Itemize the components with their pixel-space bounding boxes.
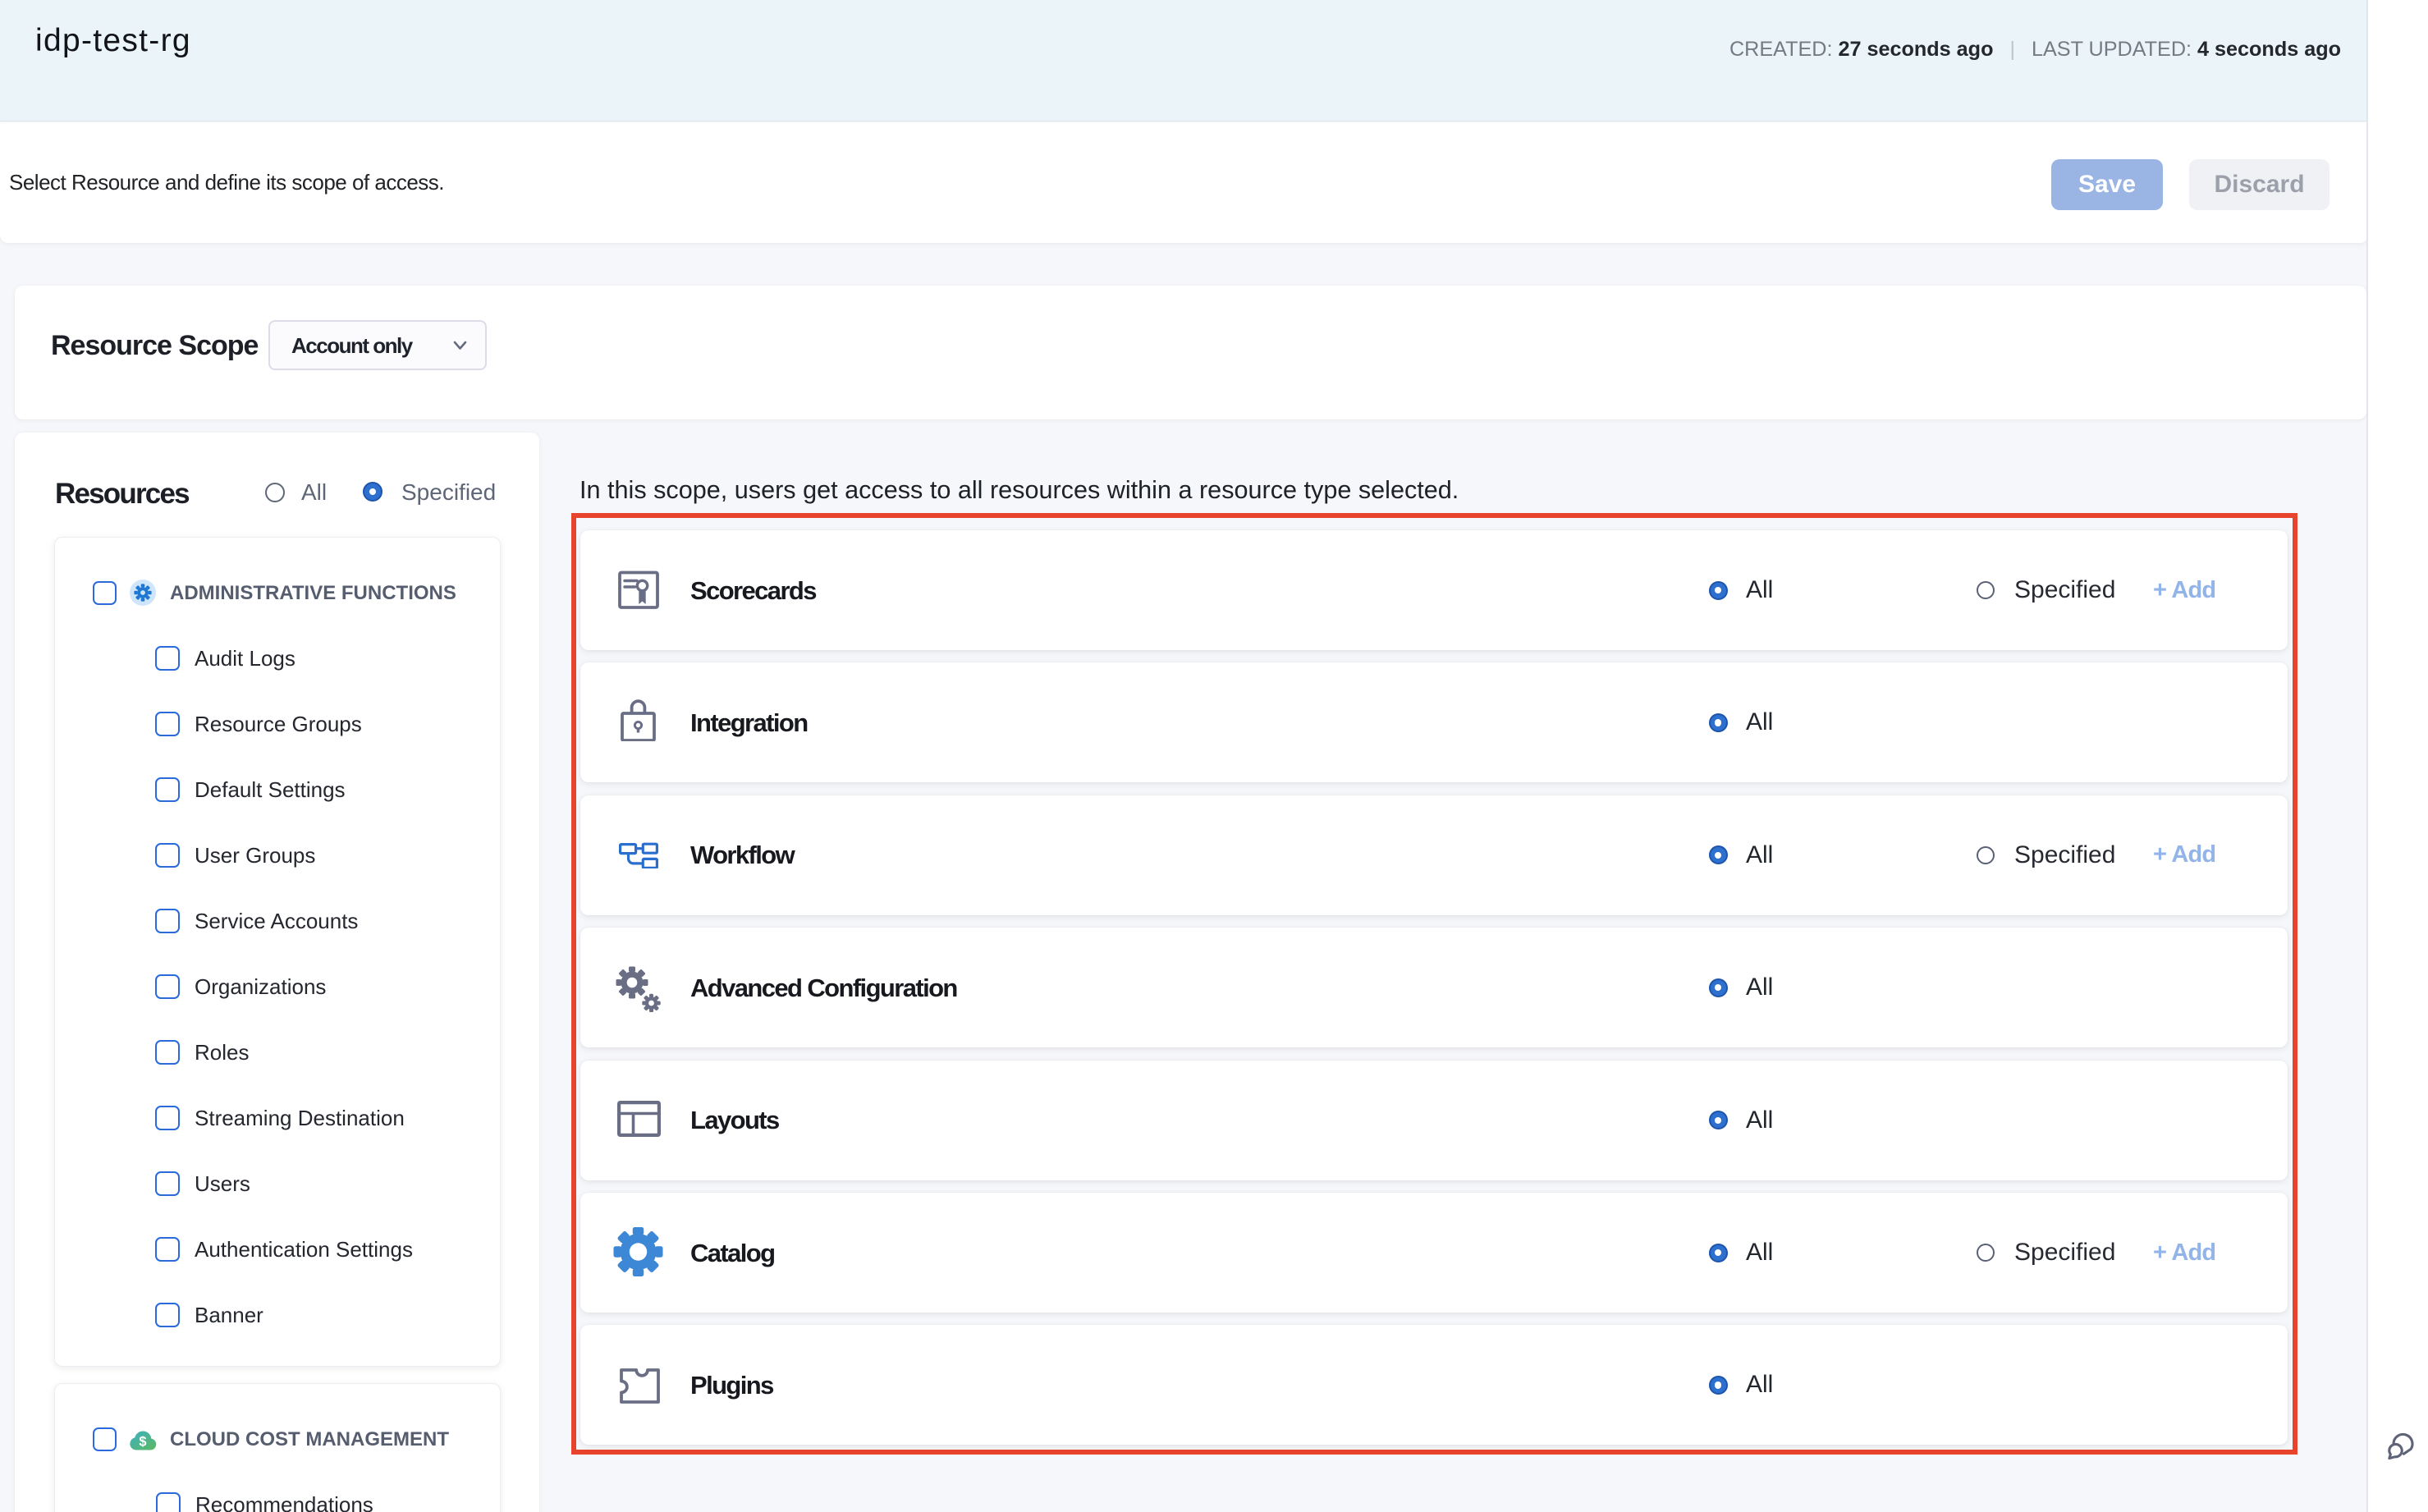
svg-text:$: $ xyxy=(139,1435,146,1450)
